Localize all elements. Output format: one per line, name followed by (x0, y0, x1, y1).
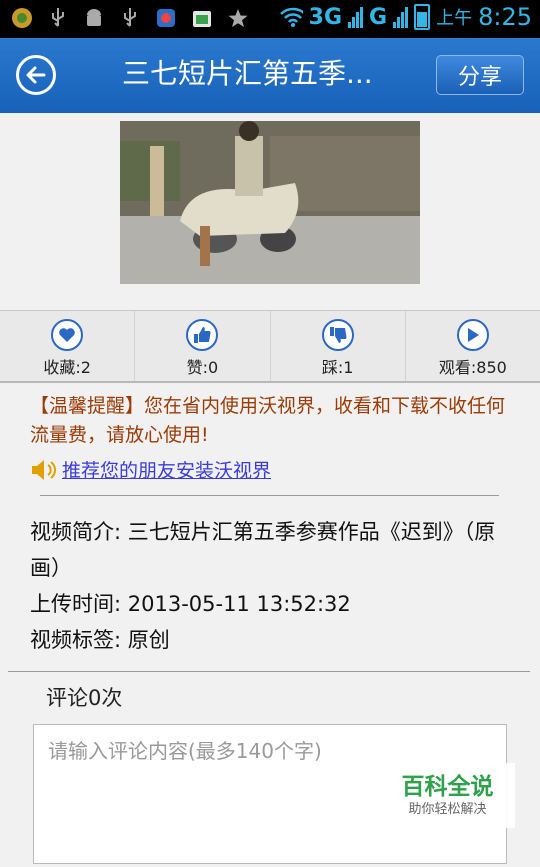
view-count: 观看:850 (438, 358, 507, 377)
app-notification-icon (10, 6, 34, 30)
battery-icon (414, 4, 431, 30)
back-button[interactable] (16, 55, 56, 95)
star-icon (226, 6, 250, 30)
network-3g-label: 3G (308, 4, 343, 30)
action-bar: 收藏:2 赞:0 踩:1 观看:850 (0, 310, 540, 383)
upload-time: 上传时间: 2013-05-11 13:52:32 (30, 592, 351, 616)
clock-time: 8:25 (478, 3, 532, 31)
speaker-icon (32, 459, 56, 480)
watermark: 百科全说 助你轻松解决 (380, 763, 515, 828)
usb-icon (46, 6, 70, 30)
notice-text: 【温馨提醒】您在省内使用沃视界，收看和下载不收任何流量费，请放心使用! (30, 395, 506, 446)
back-arrow-icon (26, 66, 46, 84)
divider (40, 495, 499, 496)
video-info: 视频简介: 三七短片汇第五季参赛作品《迟到》（原画） 上传时间: 2013-05… (30, 514, 510, 658)
signal-icon-2 (393, 6, 409, 28)
thumbs-down-icon (321, 319, 354, 351)
network-g-label: G (369, 4, 388, 30)
app-icon (154, 6, 178, 30)
favorite-count: 收藏:2 (43, 358, 91, 377)
play-icon (456, 319, 489, 351)
divider-2 (8, 671, 530, 672)
recommend-friends-link[interactable]: 推荐您的朋友安装沃视界 (62, 456, 271, 483)
title-bar: 三七短片汇第五季... 分享 (0, 38, 540, 113)
video-thumbnail[interactable] (120, 121, 420, 284)
watermark-title: 百科全说 (401, 774, 494, 800)
like-button[interactable]: 赞:0 (134, 311, 269, 381)
android-debug-icon (82, 6, 106, 30)
comment-count: 评论0次 (46, 686, 123, 710)
favorite-button[interactable]: 收藏:2 (0, 311, 134, 381)
clock-ampm: 上午 (436, 8, 473, 29)
status-bar: 3G G 上午 8:25 (0, 0, 540, 38)
market-icon (190, 6, 214, 30)
page-title: 三七短片汇第五季... (122, 57, 373, 90)
play-button[interactable]: 观看:850 (404, 311, 540, 381)
dislike-count: 踩:1 (321, 358, 354, 377)
like-count: 赞:0 (186, 358, 219, 377)
wifi-icon (279, 5, 303, 29)
thumbs-up-icon (186, 319, 219, 351)
heart-icon (51, 319, 84, 351)
signal-icon (348, 6, 364, 28)
share-button[interactable]: 分享 (436, 55, 524, 95)
usb-icon-2 (118, 6, 142, 30)
promo-row: 推荐您的朋友安装沃视界 (30, 456, 271, 483)
video-intro: 视频简介: 三七短片汇第五季参赛作品《迟到》（原画） (30, 520, 496, 580)
watermark-subtitle: 助你轻松解决 (408, 802, 487, 817)
video-tags: 视频标签: 原创 (30, 628, 170, 652)
dislike-button[interactable]: 踩:1 (269, 311, 405, 381)
video-area (0, 113, 540, 310)
